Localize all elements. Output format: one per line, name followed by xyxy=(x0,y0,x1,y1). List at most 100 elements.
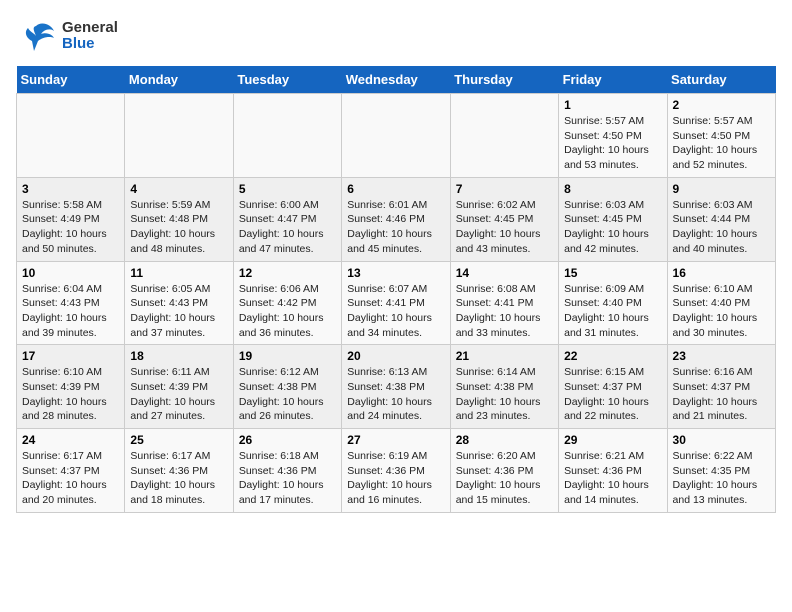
logo-text-blue: Blue xyxy=(62,36,118,53)
logo-text-general: General xyxy=(62,20,118,37)
day-detail: Sunrise: 6:11 AM Sunset: 4:39 PM Dayligh… xyxy=(130,365,227,424)
calendar-cell: 4Sunrise: 5:59 AM Sunset: 4:48 PM Daylig… xyxy=(125,177,233,261)
day-detail: Sunrise: 6:19 AM Sunset: 4:36 PM Dayligh… xyxy=(347,449,444,508)
calendar-cell: 27 Sunrise: 6:19 AM Sunset: 4:36 PM Dayli… xyxy=(342,429,450,513)
day-number: 10 xyxy=(22,266,119,280)
day-header-saturday: Saturday xyxy=(667,66,775,94)
day-detail: Sunrise: 6:20 AM Sunset: 4:36 PM Dayligh… xyxy=(456,449,553,508)
day-detail: Sunrise: 6:10 AM Sunset: 4:39 PM Dayligh… xyxy=(22,365,119,424)
day-number: 15 xyxy=(564,266,661,280)
day-detail: Sunrise: 6:08 AM Sunset: 4:41 PM Dayligh… xyxy=(456,282,553,341)
day-number: 26 xyxy=(239,433,336,447)
day-detail: Sunrise: 6:14 AM Sunset: 4:38 PM Dayligh… xyxy=(456,365,553,424)
day-header-sunday: Sunday xyxy=(17,66,125,94)
calendar-cell: 13 Sunrise: 6:07 AM Sunset: 4:41 PM Dayli… xyxy=(342,261,450,345)
day-number: 12 xyxy=(239,266,336,280)
day-number: 27 xyxy=(347,433,444,447)
calendar-cell: 5Sunrise: 6:00 AM Sunset: 4:47 PM Daylig… xyxy=(233,177,341,261)
calendar-cell: 7 Sunrise: 6:02 AM Sunset: 4:45 PM Daylig… xyxy=(450,177,558,261)
day-number: 20 xyxy=(347,349,444,363)
day-detail: Sunrise: 6:09 AM Sunset: 4:40 PM Dayligh… xyxy=(564,282,661,341)
calendar-cell: 21 Sunrise: 6:14 AM Sunset: 4:38 PM Dayli… xyxy=(450,345,558,429)
calendar-cell: 26 Sunrise: 6:18 AM Sunset: 4:36 PM Dayli… xyxy=(233,429,341,513)
calendar-table: SundayMondayTuesdayWednesdayThursdayFrid… xyxy=(16,66,776,513)
day-number: 19 xyxy=(239,349,336,363)
calendar-cell: 18 Sunrise: 6:11 AM Sunset: 4:39 PM Dayli… xyxy=(125,345,233,429)
day-detail: Sunrise: 6:21 AM Sunset: 4:36 PM Dayligh… xyxy=(564,449,661,508)
day-header-thursday: Thursday xyxy=(450,66,558,94)
day-number: 29 xyxy=(564,433,661,447)
day-number: 28 xyxy=(456,433,553,447)
calendar-cell: 12Sunrise: 6:06 AM Sunset: 4:42 PM Dayli… xyxy=(233,261,341,345)
day-number: 2 xyxy=(673,98,770,112)
calendar-week-row: 1 Sunrise: 5:57 AM Sunset: 4:50 PM Daylig… xyxy=(17,94,776,178)
day-detail: Sunrise: 6:07 AM Sunset: 4:41 PM Dayligh… xyxy=(347,282,444,341)
calendar-cell: 19 Sunrise: 6:12 AM Sunset: 4:38 PM Dayli… xyxy=(233,345,341,429)
day-detail: Sunrise: 6:04 AM Sunset: 4:43 PM Dayligh… xyxy=(22,282,119,341)
day-number: 1 xyxy=(564,98,661,112)
day-number: 22 xyxy=(564,349,661,363)
calendar-week-row: 3 Sunrise: 5:58 AM Sunset: 4:49 PM Daylig… xyxy=(17,177,776,261)
calendar-cell: 25 Sunrise: 6:17 AM Sunset: 4:36 PM Dayli… xyxy=(125,429,233,513)
day-detail: Sunrise: 6:01 AM Sunset: 4:46 PM Dayligh… xyxy=(347,198,444,257)
calendar-cell xyxy=(342,94,450,178)
day-detail: Sunrise: 6:05 AM Sunset: 4:43 PM Dayligh… xyxy=(130,282,227,341)
calendar-cell: 15 Sunrise: 6:09 AM Sunset: 4:40 PM Dayli… xyxy=(559,261,667,345)
day-number: 24 xyxy=(22,433,119,447)
day-number: 21 xyxy=(456,349,553,363)
day-detail: Sunrise: 6:17 AM Sunset: 4:37 PM Dayligh… xyxy=(22,449,119,508)
logo: General Blue xyxy=(16,16,118,56)
calendar-cell: 20 Sunrise: 6:13 AM Sunset: 4:38 PM Dayli… xyxy=(342,345,450,429)
day-detail: Sunrise: 6:10 AM Sunset: 4:40 PM Dayligh… xyxy=(673,282,770,341)
day-detail: Sunrise: 6:15 AM Sunset: 4:37 PM Dayligh… xyxy=(564,365,661,424)
day-detail: Sunrise: 6:03 AM Sunset: 4:45 PM Dayligh… xyxy=(564,198,661,257)
day-detail: Sunrise: 6:13 AM Sunset: 4:38 PM Dayligh… xyxy=(347,365,444,424)
day-number: 7 xyxy=(456,182,553,196)
calendar-cell: 2 Sunrise: 5:57 AM Sunset: 4:50 PM Daylig… xyxy=(667,94,775,178)
calendar-cell: 3 Sunrise: 5:58 AM Sunset: 4:49 PM Daylig… xyxy=(17,177,125,261)
calendar-cell: 1Sunrise: 5:57 AM Sunset: 4:50 PM Daylig… xyxy=(559,94,667,178)
page-header: General Blue xyxy=(16,16,776,56)
day-number: 30 xyxy=(673,433,770,447)
day-number: 6 xyxy=(347,182,444,196)
calendar-cell: 14Sunrise: 6:08 AM Sunset: 4:41 PM Dayli… xyxy=(450,261,558,345)
calendar-week-row: 24 Sunrise: 6:17 AM Sunset: 4:37 PM Dayli… xyxy=(17,429,776,513)
calendar-cell: 30 Sunrise: 6:22 AM Sunset: 4:35 PM Dayli… xyxy=(667,429,775,513)
day-header-wednesday: Wednesday xyxy=(342,66,450,94)
calendar-cell: 22 Sunrise: 6:15 AM Sunset: 4:37 PM Dayli… xyxy=(559,345,667,429)
day-number: 25 xyxy=(130,433,227,447)
day-number: 5 xyxy=(239,182,336,196)
calendar-cell xyxy=(125,94,233,178)
day-number: 16 xyxy=(673,266,770,280)
calendar-cell: 11Sunrise: 6:05 AM Sunset: 4:43 PM Dayli… xyxy=(125,261,233,345)
calendar-cell xyxy=(233,94,341,178)
day-number: 17 xyxy=(22,349,119,363)
day-detail: Sunrise: 6:17 AM Sunset: 4:36 PM Dayligh… xyxy=(130,449,227,508)
logo-bird-icon xyxy=(16,16,56,56)
day-detail: Sunrise: 6:18 AM Sunset: 4:36 PM Dayligh… xyxy=(239,449,336,508)
calendar-cell: 23 Sunrise: 6:16 AM Sunset: 4:37 PM Dayli… xyxy=(667,345,775,429)
day-detail: Sunrise: 6:22 AM Sunset: 4:35 PM Dayligh… xyxy=(673,449,770,508)
day-detail: Sunrise: 6:16 AM Sunset: 4:37 PM Dayligh… xyxy=(673,365,770,424)
day-detail: Sunrise: 5:58 AM Sunset: 4:49 PM Dayligh… xyxy=(22,198,119,257)
day-detail: Sunrise: 5:57 AM Sunset: 4:50 PM Dayligh… xyxy=(673,114,770,173)
day-detail: Sunrise: 6:12 AM Sunset: 4:38 PM Dayligh… xyxy=(239,365,336,424)
day-number: 8 xyxy=(564,182,661,196)
day-detail: Sunrise: 6:02 AM Sunset: 4:45 PM Dayligh… xyxy=(456,198,553,257)
calendar-cell: 16 Sunrise: 6:10 AM Sunset: 4:40 PM Dayli… xyxy=(667,261,775,345)
day-header-tuesday: Tuesday xyxy=(233,66,341,94)
day-number: 9 xyxy=(673,182,770,196)
day-number: 18 xyxy=(130,349,227,363)
calendar-cell: 10 Sunrise: 6:04 AM Sunset: 4:43 PM Dayli… xyxy=(17,261,125,345)
day-detail: Sunrise: 6:03 AM Sunset: 4:44 PM Dayligh… xyxy=(673,198,770,257)
calendar-week-row: 17 Sunrise: 6:10 AM Sunset: 4:39 PM Dayli… xyxy=(17,345,776,429)
calendar-cell xyxy=(450,94,558,178)
day-number: 13 xyxy=(347,266,444,280)
day-number: 3 xyxy=(22,182,119,196)
calendar-cell: 28 Sunrise: 6:20 AM Sunset: 4:36 PM Dayli… xyxy=(450,429,558,513)
day-number: 23 xyxy=(673,349,770,363)
calendar-cell: 8 Sunrise: 6:03 AM Sunset: 4:45 PM Daylig… xyxy=(559,177,667,261)
day-headers-row: SundayMondayTuesdayWednesdayThursdayFrid… xyxy=(17,66,776,94)
calendar-cell xyxy=(17,94,125,178)
day-header-friday: Friday xyxy=(559,66,667,94)
